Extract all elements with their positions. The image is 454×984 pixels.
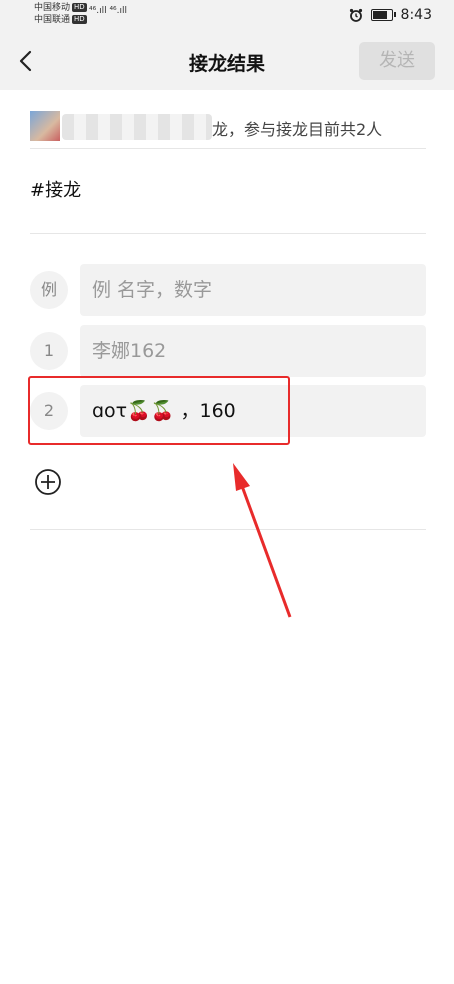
carrier-2: 中国联通 HD [34, 15, 87, 26]
carrier-1-label: 中国移动 [34, 3, 71, 13]
list-item-example: 例 例 名字，数字 [30, 264, 426, 316]
info-text: 龙，参与接龙目前共2人 [212, 120, 383, 139]
hd-badge: HD [72, 3, 87, 12]
blurred-name [62, 114, 212, 140]
carrier-1: 中国移动 HD [34, 3, 87, 14]
hashtag-title: #接龙 [30, 180, 82, 201]
hd-badge: HD [72, 15, 87, 24]
status-bar: 中国移动 HD 中国联通 HD ⁴⁶.ıll ⁴⁶.ıll 8:43 [0, 0, 454, 32]
entry-number: 1 [30, 332, 68, 370]
clock: 8:43 [400, 7, 432, 23]
avatar [30, 111, 60, 141]
entry-input[interactable]: 例 名字，数字 [80, 264, 426, 316]
alarm-icon [349, 8, 362, 22]
divider [30, 233, 426, 234]
entry-input[interactable]: 李娜162 [80, 325, 426, 377]
battery-icon [370, 9, 396, 21]
annotation-highlight-box [28, 376, 290, 445]
carrier-2-label: 中国联通 [34, 15, 71, 25]
list-item-1: 1 李娜162 [30, 325, 426, 377]
status-right: 8:43 [349, 7, 432, 23]
entry-number: 例 [30, 271, 68, 309]
info-row: 龙，参与接龙目前共2人 [30, 108, 426, 149]
signal-icon: ⁴⁶.ıll ⁴⁶.ıll [89, 6, 128, 16]
send-button[interactable]: 发送 [359, 42, 435, 80]
nav-bar: 接龙结果 发送 [0, 32, 454, 90]
plus-circle-icon[interactable] [34, 468, 62, 496]
divider [30, 529, 426, 530]
